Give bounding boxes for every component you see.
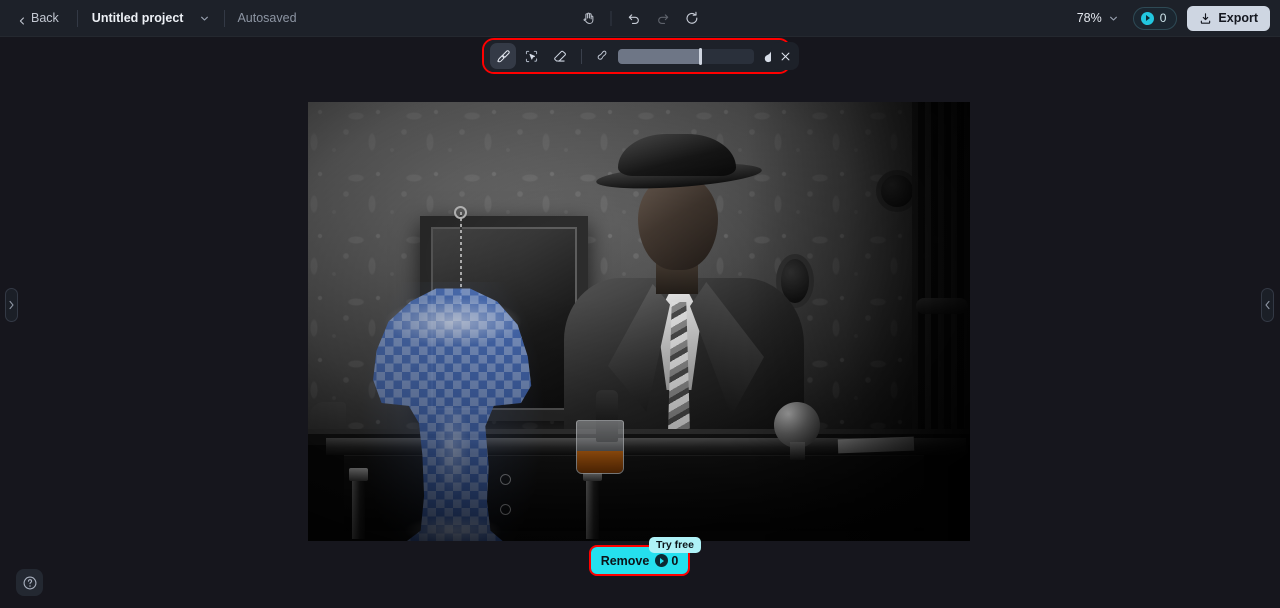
- remove-button[interactable]: Remove 0 Try free: [591, 537, 701, 574]
- header-right-group: 78% 0 Export: [1072, 0, 1270, 36]
- chevron-right-icon: [9, 300, 14, 310]
- credit-token-icon: [1140, 11, 1154, 25]
- question-mark-icon: [23, 576, 36, 589]
- remove-cost-value: 0: [671, 553, 679, 568]
- eraser-icon: [553, 50, 566, 62]
- left-panel-toggle[interactable]: [5, 288, 18, 322]
- edit-toolbar: [484, 40, 789, 72]
- brush-tool-button[interactable]: [490, 43, 516, 69]
- chevron-down-icon: [201, 16, 209, 21]
- header-divider-2: [224, 9, 226, 27]
- app-header: Back Untitled project Autosaved 78% 0 Ex…: [0, 0, 1280, 37]
- pan-tool-button[interactable]: [575, 5, 602, 32]
- close-editor-button[interactable]: [771, 42, 799, 70]
- smart-select-tool-button[interactable]: [518, 43, 544, 69]
- chevron-down-icon: [1109, 16, 1117, 21]
- chevron-left-icon: [18, 14, 26, 25]
- close-icon: [781, 52, 789, 60]
- edit-toolbar-highlight: [482, 38, 791, 74]
- credits-badge[interactable]: 0: [1132, 6, 1178, 30]
- header-left-group: Back Untitled project Autosaved: [0, 0, 297, 36]
- remove-label: Remove: [600, 553, 650, 568]
- brush-size-slider-fill: [618, 48, 700, 64]
- undo-icon: [628, 13, 639, 24]
- right-panel-toggle[interactable]: [1261, 288, 1274, 322]
- export-button[interactable]: Export: [1187, 5, 1270, 31]
- reset-button[interactable]: [679, 5, 706, 32]
- remove-cost-group: 0: [655, 554, 678, 568]
- zoom-control[interactable]: 78%: [1072, 7, 1123, 29]
- redo-icon: [658, 13, 669, 24]
- magic-select-cursor-icon: [525, 50, 537, 62]
- brush-size-slider[interactable]: [618, 47, 754, 65]
- project-menu-button[interactable]: [197, 11, 212, 26]
- reset-icon: [686, 11, 698, 24]
- paintbrush-icon: [496, 49, 510, 62]
- remove-button-highlight: Remove 0 Try free: [589, 537, 701, 576]
- zoom-level-label: 78%: [1076, 11, 1102, 25]
- header-divider-1: [76, 9, 78, 27]
- brush-size-control: [591, 47, 783, 65]
- editor-app: Back Untitled project Autosaved 78% 0 Ex…: [0, 0, 1280, 608]
- export-label: Export: [1218, 11, 1258, 25]
- small-brush-icon: [597, 50, 607, 60]
- redo-button[interactable]: [650, 5, 677, 32]
- header-center-tools: [575, 0, 706, 36]
- center-divider: [610, 10, 612, 26]
- try-free-badge[interactable]: Try free: [649, 537, 701, 553]
- image-vignette: [308, 102, 970, 541]
- image-canvas[interactable]: [308, 102, 970, 541]
- close-toolbar-wrap: [771, 42, 799, 70]
- undo-button[interactable]: [621, 5, 648, 32]
- credit-token-icon: [655, 554, 669, 567]
- toolbar-divider: [581, 48, 582, 64]
- brush-size-slider-handle[interactable]: [698, 47, 702, 65]
- back-button[interactable]: Back: [12, 7, 65, 29]
- hand-pan-icon: [583, 12, 593, 24]
- chevron-left-icon: [1265, 300, 1270, 310]
- autosaved-status: Autosaved: [237, 11, 297, 25]
- back-label: Back: [31, 11, 59, 25]
- download-icon: [1201, 12, 1211, 24]
- project-name[interactable]: Untitled project: [90, 8, 186, 28]
- credits-count: 0: [1159, 11, 1167, 25]
- eraser-tool-button[interactable]: [546, 43, 572, 69]
- help-button[interactable]: [16, 569, 43, 596]
